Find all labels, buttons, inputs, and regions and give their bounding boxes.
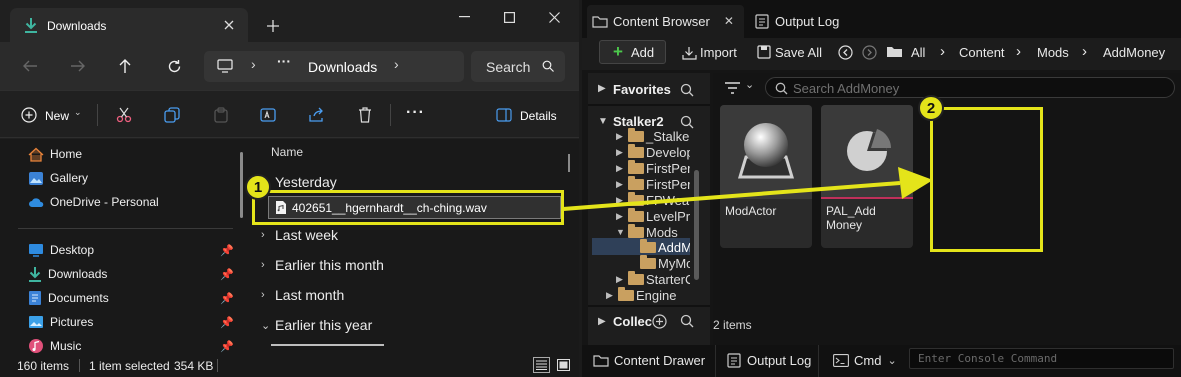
step-badge-1: 1 bbox=[245, 174, 271, 200]
step-badge-2: 2 bbox=[918, 95, 944, 121]
drag-arrow bbox=[562, 167, 933, 211]
